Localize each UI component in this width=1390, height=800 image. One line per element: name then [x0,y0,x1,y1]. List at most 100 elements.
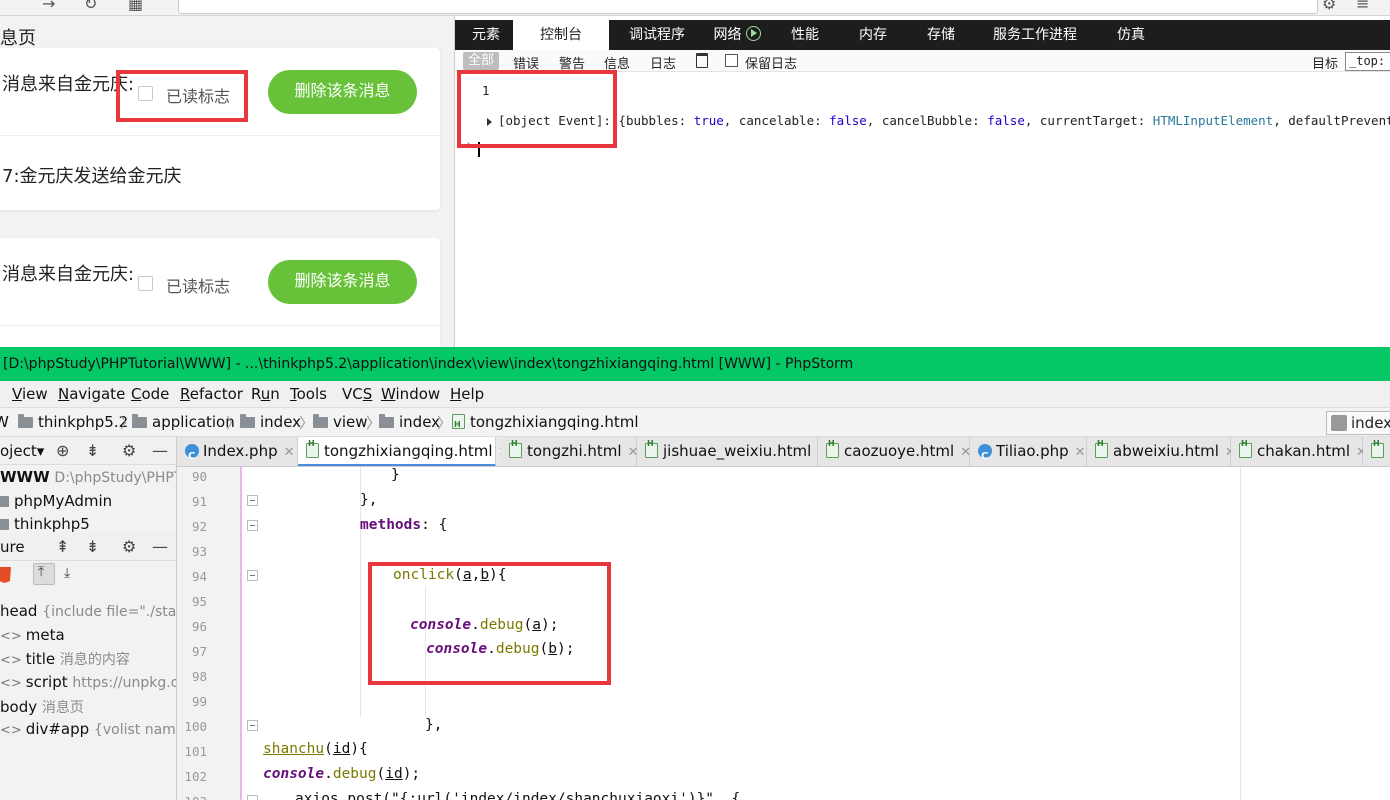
code-line-90: } [391,467,400,483]
tab-performance[interactable]: 性能 [781,20,829,50]
expand-caret-icon[interactable] [487,118,492,126]
tree-item[interactable]: phpMyAdmin [0,492,112,510]
line-number: 91 [191,494,207,509]
collapse-all-icon[interactable]: ⇟ [86,537,99,556]
breadcrumb-application[interactable]: application [132,413,235,431]
address-bar[interactable] [178,0,1318,14]
filter-log[interactable]: 日志 [650,53,676,72]
structure-node-meta[interactable]: <> meta [0,626,65,644]
structure-node-script[interactable]: <> script https://unpkg.co [0,673,176,691]
tag-icon: <> [0,629,22,644]
tab-more[interactable] [1363,437,1390,466]
expand-all-icon[interactable]: ⇞ [56,537,69,556]
fold-icon[interactable] [247,520,258,531]
tab-caozuoye[interactable]: caozuoye.html✕ [818,437,971,466]
breadcrumb-thinkphp[interactable]: thinkphp5.2 [18,413,128,431]
sort-icon[interactable]: ⤒ [33,563,55,585]
tag-icon: <> [0,723,22,738]
structure-node-div-app[interactable]: <>div#app {volist name=" [0,720,176,738]
menu-run[interactable]: Run [251,385,280,403]
filter-errors[interactable]: 错误 [513,53,539,72]
menu-tools[interactable]: Tools [290,385,327,403]
tab-jishuae-weixiu[interactable]: jishuae_weixiu.html✕ [637,437,828,466]
line-number: 99 [191,694,207,709]
fold-icon[interactable] [247,570,258,581]
tab-abweixiu[interactable]: abweixiu.html✕ [1087,437,1236,466]
tab-index-php[interactable]: Index.php✕ [177,437,298,466]
gear-icon[interactable]: ⚙ [122,441,136,460]
menu-code[interactable]: Code [131,385,169,403]
filter-warnings[interactable]: 警告 [559,53,585,72]
breadcrumb-index-view[interactable]: index [379,413,440,431]
collapse-all-icon[interactable]: ⇟ [86,441,99,460]
folder-icon [379,414,394,428]
page-title: 息页 [0,28,36,49]
hide-icon[interactable]: — [152,441,168,460]
console-line-value: 1 [482,83,490,98]
webpage-viewport: 息页 消息来自金元庆: 已读标志 删除该条消息 7:金元庆发送给金元庆 消息来自… [0,16,454,347]
tab-tiliao-php[interactable]: Tiliao.php✕ [970,437,1087,466]
folder-icon [313,414,328,428]
tabs-grid-icon[interactable]: ▦ [128,0,143,13]
fold-icon[interactable] [247,720,258,731]
console-input-cursor[interactable] [478,142,480,157]
tab-chakan[interactable]: chakan.html✕ [1231,437,1367,466]
preserve-log-checkbox[interactable] [725,54,738,67]
tab-tongzhixiangqing[interactable]: tongzhixiangqing.html✕ [298,437,509,466]
menu-view[interactable]: View [12,385,48,403]
code-editor[interactable]: 90 91 92 93 94 95 96 97 98 99 100 101 10… [177,467,1390,800]
tab-network[interactable]: 网络 [707,20,767,50]
fold-icon[interactable] [247,495,258,506]
close-icon[interactable]: ✕ [1075,445,1086,460]
hide-icon[interactable]: — [152,537,168,556]
tab-console[interactable]: 控制台 [513,20,609,50]
tab-service-workers[interactable]: 服务工作进程 [987,20,1083,50]
breadcrumb-index[interactable]: index [240,413,301,431]
breadcrumb-view[interactable]: view [313,413,368,431]
menu-icon[interactable]: ≡ [1356,0,1369,13]
clear-console-icon[interactable] [696,53,708,68]
breadcrumb-file[interactable]: tongzhixiangqing.html [452,413,639,431]
structure-node-body[interactable]: body 消息页 [0,697,84,717]
tab-memory[interactable]: 内存 [849,20,897,50]
delete-message-button[interactable]: 删除该条消息 [268,260,417,304]
read-checkbox[interactable] [138,276,153,291]
tab-elements[interactable]: 元素 [459,20,513,50]
message-card: 消息来自金元庆: 已读标志 删除该条消息 [0,238,440,347]
message-body: 7:金元庆发送给金元庆 [2,166,182,187]
folder-icon [240,414,255,428]
tree-root[interactable]: WWW D:\phpStudy\PHPTu [0,468,176,486]
fold-icon[interactable] [247,795,258,800]
tab-storage[interactable]: 存储 [917,20,965,50]
project-view-selector[interactable]: oject▾ [0,442,44,460]
structure-node-title[interactable]: <> title 消息的内容 [0,649,130,669]
read-checkbox[interactable] [138,86,153,101]
tab-debugger[interactable]: 调试程序 [619,20,695,50]
menu-refactor[interactable]: Refactor [180,385,243,403]
target-select[interactable]: _top: to [1345,52,1390,71]
structure-actions: ⤒ ⤓ [0,561,176,589]
gear-icon[interactable]: ⚙ [122,537,136,556]
project-toolbar: oject▾ ⊕ ⇟ ⚙ — [0,437,176,465]
close-icon[interactable]: ✕ [284,445,295,460]
menu-help[interactable]: Help [450,385,484,403]
refresh-icon[interactable]: ↻ [84,0,97,13]
run-config-selector[interactable]: index [1326,411,1390,435]
sort-down-icon[interactable]: ⤓ [64,565,70,581]
filter-all[interactable]: 全部 [463,52,500,70]
message-card: 消息来自金元庆: 已读标志 删除该条消息 7:金元庆发送给金元庆 [0,48,440,210]
extension-icon[interactable]: ⚙ [1322,0,1336,13]
filter-info[interactable]: 信息 [604,53,630,72]
menu-window[interactable]: Window [381,385,440,403]
menu-vcs[interactable]: VCS [342,385,372,403]
tab-emulation[interactable]: 仿真 [1105,20,1157,50]
tree-item[interactable]: thinkphp5 [0,515,90,533]
locate-icon[interactable]: ⊕ [56,441,69,460]
line-number: 92 [191,519,207,534]
structure-node-head[interactable]: head {include file="./static/ [0,602,176,620]
delete-message-button[interactable]: 删除该条消息 [268,70,417,114]
forward-icon[interactable]: → [42,0,55,13]
menu-navigate[interactable]: Navigate [58,385,125,403]
tab-tongzhi[interactable]: tongzhi.html✕ [501,437,638,466]
breadcrumb-root[interactable]: W [0,413,9,431]
